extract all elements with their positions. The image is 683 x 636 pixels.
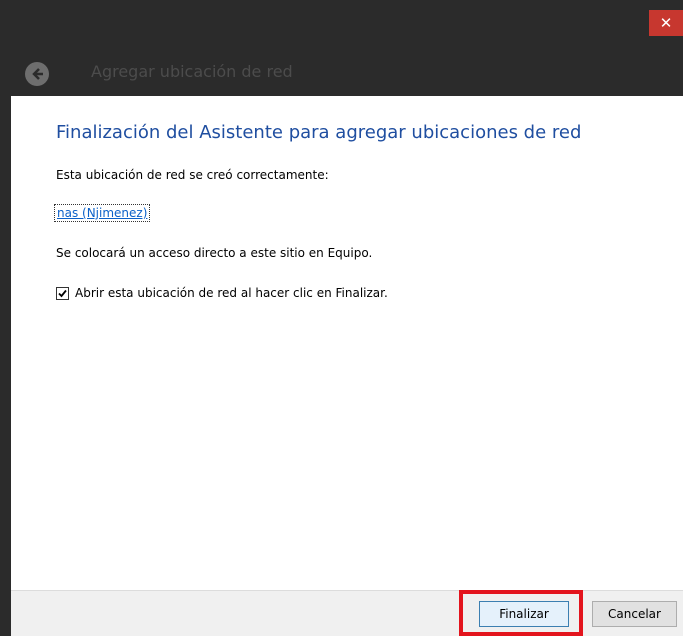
screenshot: ✕ Agregar ubicación de red Finalización … <box>0 0 683 636</box>
cancel-button[interactable]: Cancelar <box>592 601 677 627</box>
title-bar: ✕ Agregar ubicación de red <box>11 0 683 96</box>
finish-button[interactable]: Finalizar <box>479 601 569 627</box>
page-heading: Finalización del Asistente para agregar … <box>56 122 582 143</box>
back-arrow-icon <box>32 68 43 80</box>
close-button[interactable]: ✕ <box>649 10 683 36</box>
background-strip <box>0 0 11 636</box>
button-bar: Finalizar Cancelar <box>11 590 683 636</box>
close-icon: ✕ <box>659 14 673 32</box>
wizard-content: Finalización del Asistente para agregar … <box>11 96 683 590</box>
created-message: Esta ubicación de red se creó correctame… <box>56 168 329 182</box>
shortcut-message: Se colocará un acceso directo a este sit… <box>56 246 373 260</box>
wizard-window: ✕ Agregar ubicación de red Finalización … <box>11 0 683 636</box>
back-button[interactable] <box>25 62 49 86</box>
network-location-link[interactable]: nas (Njimenez) <box>54 204 151 222</box>
checkmark-icon <box>58 289 67 297</box>
open-location-checkbox[interactable] <box>56 286 69 300</box>
open-location-checkbox-label: Abrir esta ubicación de red al hacer cli… <box>75 286 388 300</box>
window-title: Agregar ubicación de red <box>91 62 293 81</box>
open-location-option[interactable]: Abrir esta ubicación de red al hacer cli… <box>56 285 388 301</box>
